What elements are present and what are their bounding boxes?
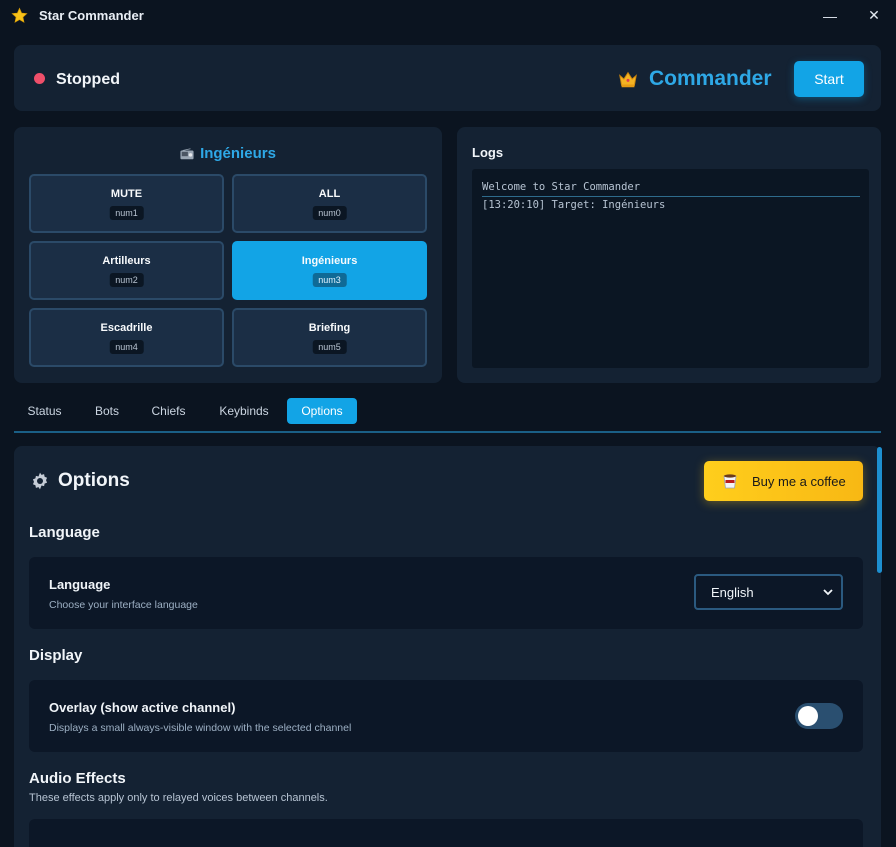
- channel-key: num2: [109, 273, 144, 287]
- gear-icon: [32, 472, 48, 490]
- close-button[interactable]: ✕: [852, 0, 896, 31]
- chevron-down-icon: [823, 589, 833, 596]
- status-indicator: [34, 73, 45, 84]
- language-select-value: English: [711, 585, 754, 600]
- tab-bots[interactable]: Bots: [87, 398, 127, 424]
- channel-key: num4: [109, 340, 144, 354]
- channel-key: num0: [312, 206, 347, 220]
- log-welcome: Welcome to Star Commander: [482, 181, 641, 193]
- display-section-title: Display: [29, 647, 83, 664]
- buy-coffee-label: Buy me a coffee: [752, 473, 846, 489]
- channel-key: num1: [109, 206, 144, 220]
- overlay-setting-title: Overlay (show active channel): [49, 700, 236, 715]
- channel-label: Ingénieurs: [301, 255, 358, 267]
- logs-panel: Logs Welcome to Star Commander [13:20:10…: [457, 127, 881, 383]
- channel-label: MUTE: [110, 188, 143, 200]
- language-card: Language Choose your interface language …: [29, 557, 863, 629]
- start-button[interactable]: Start: [794, 61, 864, 97]
- options-header: Options: [30, 470, 130, 492]
- channel-label: Escadrille: [100, 322, 153, 334]
- audio-effects-description: These effects apply only to relayed voic…: [29, 792, 328, 804]
- channels-panel: Ingénieurs MUTE num1 ALL num0 Artilleurs…: [14, 127, 442, 383]
- logs-title: Logs: [472, 145, 504, 160]
- log-output[interactable]: Welcome to Star Commander [13:20:10] Tar…: [472, 169, 869, 368]
- radio-icon: [180, 147, 194, 159]
- channel-label: Briefing: [308, 322, 351, 334]
- status-bar: Stopped Commander Start: [14, 45, 881, 111]
- channel-label: Artilleurs: [102, 255, 151, 267]
- status-text: Stopped: [56, 71, 120, 88]
- channels-title: Ingénieurs: [200, 145, 276, 162]
- window-title: Star Commander: [39, 8, 144, 23]
- channel-button-ingenieurs[interactable]: Ingénieurs num3: [232, 241, 427, 300]
- title-bar: Star Commander — ✕: [0, 0, 896, 31]
- coffee-cup-icon: [723, 474, 737, 489]
- tab-chiefs[interactable]: Chiefs: [145, 398, 192, 424]
- channel-button-artilleurs[interactable]: Artilleurs num2: [29, 241, 224, 300]
- tab-bar: Status Bots Chiefs Keybinds Options: [14, 397, 881, 433]
- options-title: Options: [58, 470, 130, 491]
- options-scrollbar[interactable]: [877, 447, 882, 573]
- channels-header: Ingénieurs: [14, 145, 442, 162]
- star-icon: [11, 7, 28, 23]
- channel-button-mute[interactable]: MUTE num1: [29, 174, 224, 233]
- channel-key: num5: [312, 340, 347, 354]
- brand-name: Commander: [649, 67, 772, 90]
- channel-label: ALL: [318, 188, 341, 200]
- log-entry: [13:20:10] Target: Ingénieurs: [482, 199, 666, 211]
- crown-icon: [619, 71, 637, 88]
- overlay-toggle[interactable]: [795, 703, 843, 729]
- channel-button-escadrille[interactable]: Escadrille num4: [29, 308, 224, 367]
- language-select[interactable]: English: [694, 574, 843, 610]
- brand: Commander: [617, 67, 772, 91]
- language-setting-title: Language: [49, 577, 111, 592]
- language-setting-description: Choose your interface language: [49, 599, 198, 611]
- buy-coffee-button[interactable]: Buy me a coffee: [704, 461, 863, 501]
- channel-key: num3: [312, 273, 347, 287]
- channel-button-briefing[interactable]: Briefing num5: [232, 308, 427, 367]
- options-panel: Options Buy me a coffee Language Languag…: [14, 446, 881, 847]
- channel-button-all[interactable]: ALL num0: [232, 174, 427, 233]
- minimize-button[interactable]: —: [808, 0, 852, 31]
- audio-effects-card: [29, 819, 863, 847]
- language-section-title: Language: [29, 524, 100, 541]
- log-divider: [482, 196, 860, 197]
- tab-status[interactable]: Status: [21, 398, 68, 424]
- overlay-setting-description: Displays a small always-visible window w…: [49, 722, 352, 734]
- tab-options[interactable]: Options: [287, 398, 357, 424]
- toggle-knob: [798, 706, 818, 726]
- audio-effects-section-title: Audio Effects: [29, 770, 126, 787]
- tab-keybinds[interactable]: Keybinds: [212, 398, 276, 424]
- overlay-card: Overlay (show active channel) Displays a…: [29, 680, 863, 752]
